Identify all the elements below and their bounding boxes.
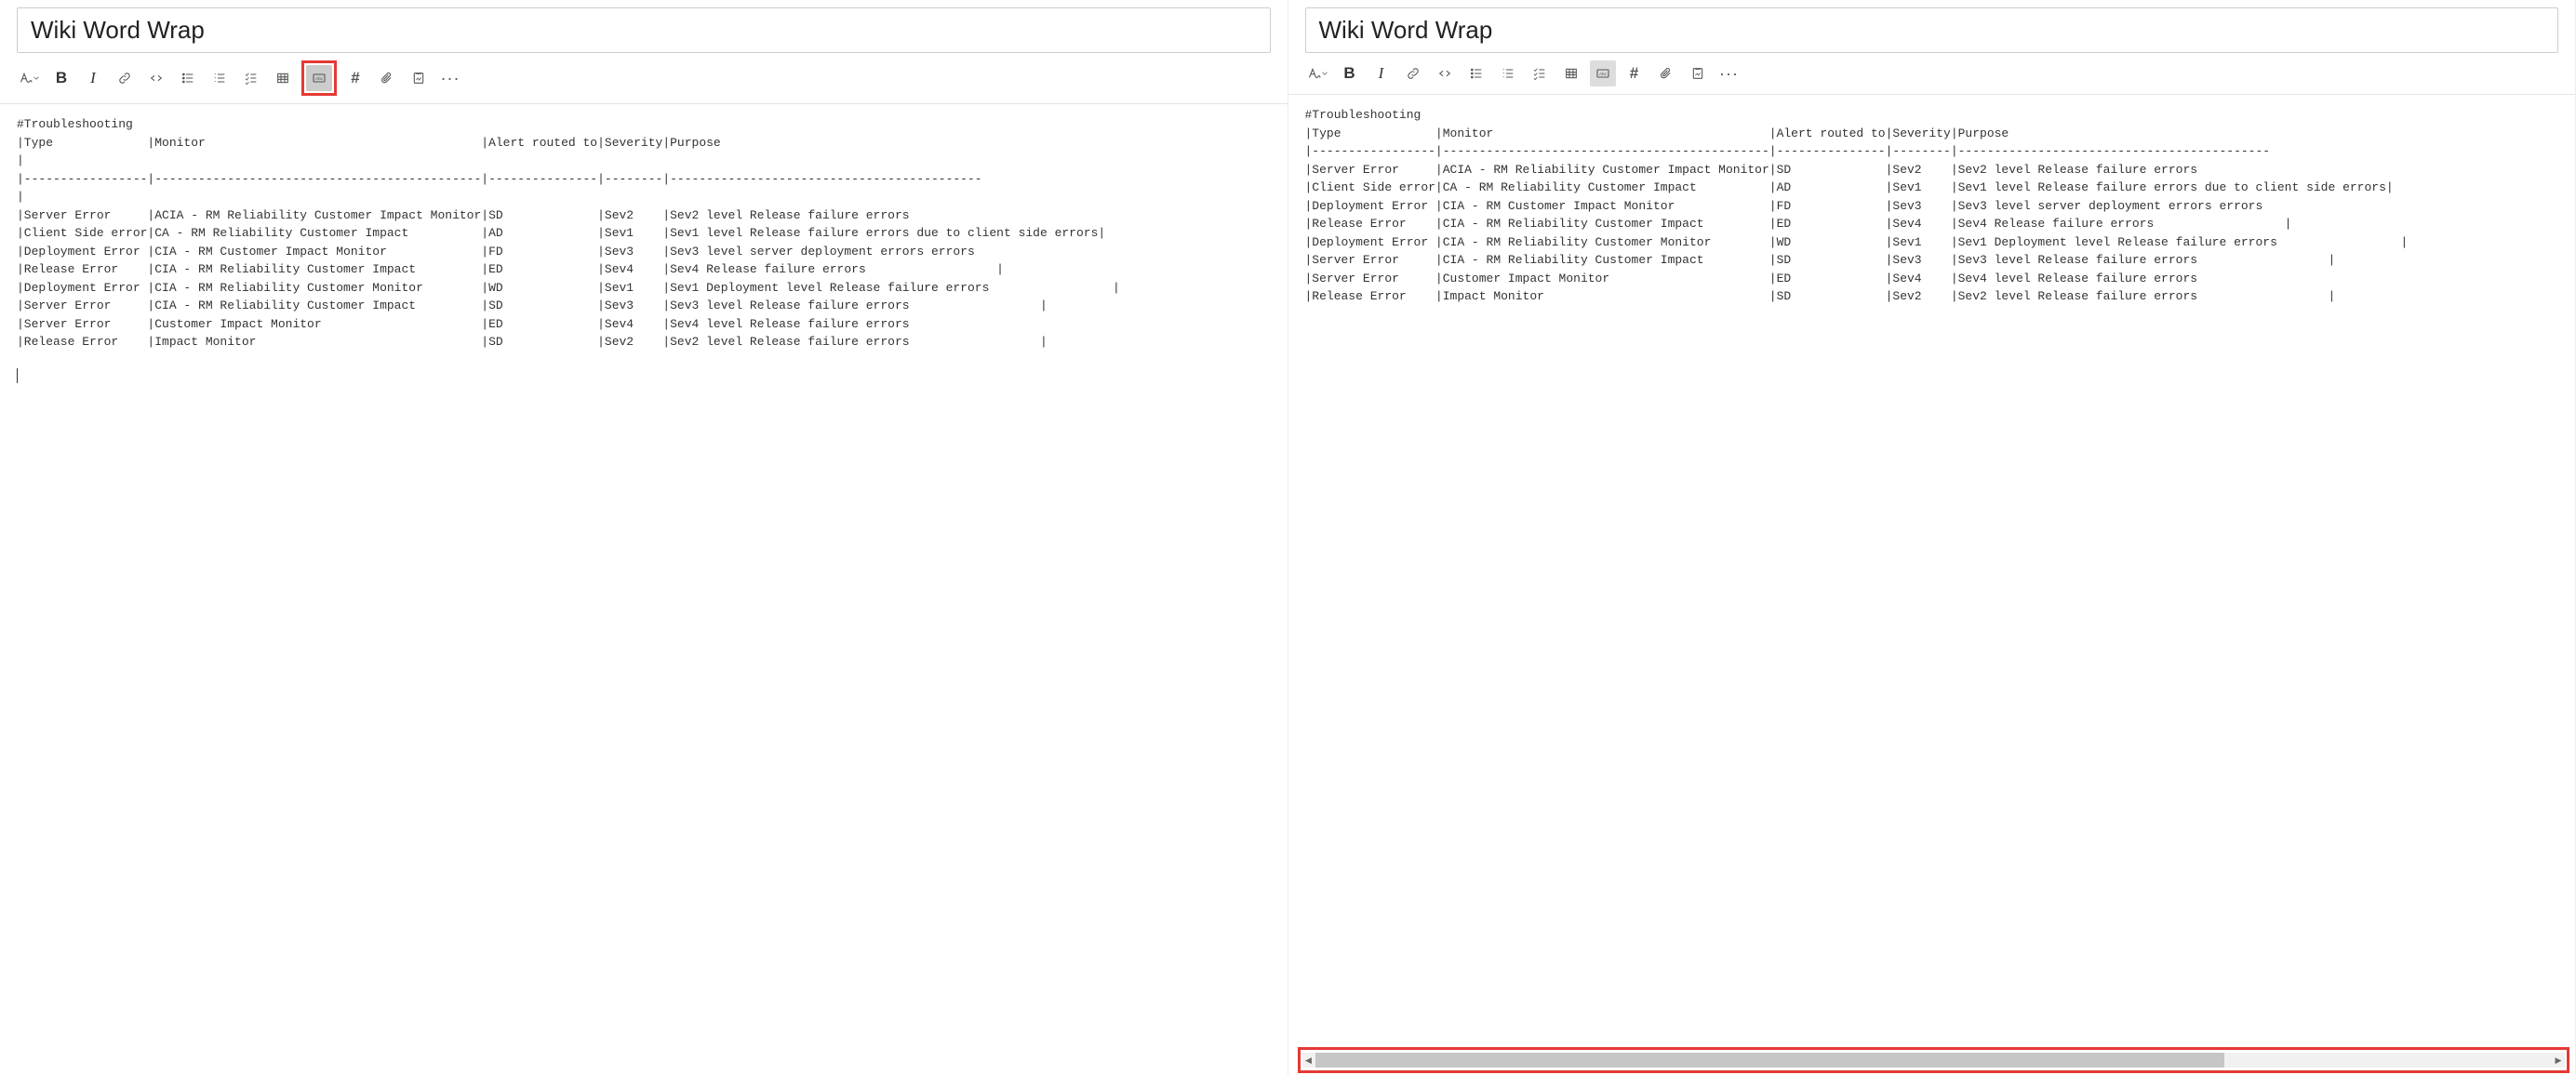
code-button[interactable] [1432, 60, 1458, 86]
italic-button[interactable]: I [1368, 60, 1395, 86]
markdown-content[interactable]: #Troubleshooting |Type |Monitor |Alert r… [17, 115, 1271, 352]
markdown-content[interactable]: #Troubleshooting |Type |Monitor |Alert r… [1305, 106, 2559, 306]
horizontal-scrollbar-highlight: ◀ ▶ [1298, 1047, 2570, 1073]
right-pane: Wiki Word Wrap B I Abc # [1288, 0, 2576, 1075]
more-button[interactable]: ··· [437, 65, 463, 91]
work-item-button[interactable] [406, 65, 432, 91]
work-item-button[interactable] [1685, 60, 1711, 86]
bullet-list-button[interactable] [1463, 60, 1489, 86]
numbered-list-button[interactable] [207, 65, 233, 91]
link-button[interactable] [1400, 60, 1426, 86]
checklist-button[interactable] [1527, 60, 1553, 86]
mention-button[interactable]: # [342, 65, 368, 91]
table-button[interactable] [1558, 60, 1584, 86]
page-title-input[interactable]: Wiki Word Wrap [1305, 7, 2559, 53]
code-button[interactable] [143, 65, 169, 91]
text-format-dropdown[interactable] [17, 65, 43, 91]
checklist-button[interactable] [238, 65, 264, 91]
word-wrap-button[interactable]: Abc [1590, 60, 1616, 86]
bullet-list-button[interactable] [175, 65, 201, 91]
attachment-button[interactable] [374, 65, 400, 91]
attachment-button[interactable] [1653, 60, 1679, 86]
numbered-list-button[interactable] [1495, 60, 1521, 86]
editor-area-right[interactable]: #Troubleshooting |Type |Monitor |Alert r… [1288, 95, 2576, 1075]
svg-text:Abc: Abc [1598, 72, 1607, 76]
editor-toolbar: B I Abc # ··· [1288, 57, 2576, 95]
editor-toolbar: B I Abc # ··· [0, 57, 1288, 104]
svg-text:Abc: Abc [315, 76, 324, 81]
bold-button[interactable]: B [48, 65, 74, 91]
horizontal-scrollbar[interactable]: ◀ ▶ [1302, 1053, 2566, 1068]
link-button[interactable] [112, 65, 138, 91]
editor-area-left[interactable]: #Troubleshooting |Type |Monitor |Alert r… [0, 104, 1288, 1075]
text-format-dropdown[interactable] [1305, 60, 1331, 86]
text-cursor [17, 368, 18, 383]
scroll-left-arrow[interactable]: ◀ [1302, 1053, 1315, 1068]
scroll-right-arrow[interactable]: ▶ [2552, 1053, 2565, 1068]
left-pane: Wiki Word Wrap B I Abc # [0, 0, 1288, 1075]
mention-button[interactable]: # [1622, 60, 1648, 86]
italic-button[interactable]: I [80, 65, 106, 91]
word-wrap-highlight: Abc [301, 60, 337, 96]
word-wrap-button[interactable]: Abc [306, 65, 332, 91]
scrollbar-thumb[interactable] [1315, 1053, 2224, 1068]
bold-button[interactable]: B [1337, 60, 1363, 86]
table-button[interactable] [270, 65, 296, 91]
more-button[interactable]: ··· [1716, 60, 1742, 86]
page-title-input[interactable]: Wiki Word Wrap [17, 7, 1271, 53]
